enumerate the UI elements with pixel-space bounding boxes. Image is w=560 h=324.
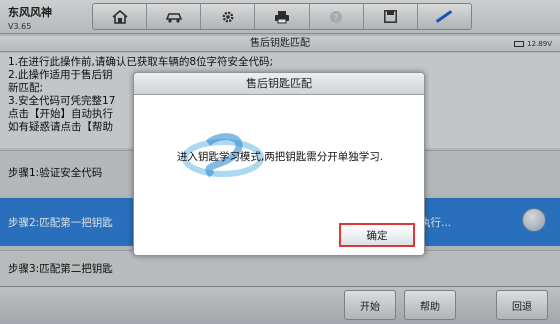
dialog-title: 售后钥匙匹配 <box>134 73 424 95</box>
message-dialog: 售后钥匙匹配 进入钥匙学习模式,两把钥匙需分开单独学习. 确定 <box>133 72 425 256</box>
ok-button[interactable]: 确定 <box>339 223 415 247</box>
dialog-message: 进入钥匙学习模式,两把钥匙需分开单独学习. <box>176 151 384 163</box>
screen: 东风风神 V3.65 ? 售后钥匙匹配 12.89V 1.在进行此操作前,请确认… <box>0 0 560 324</box>
